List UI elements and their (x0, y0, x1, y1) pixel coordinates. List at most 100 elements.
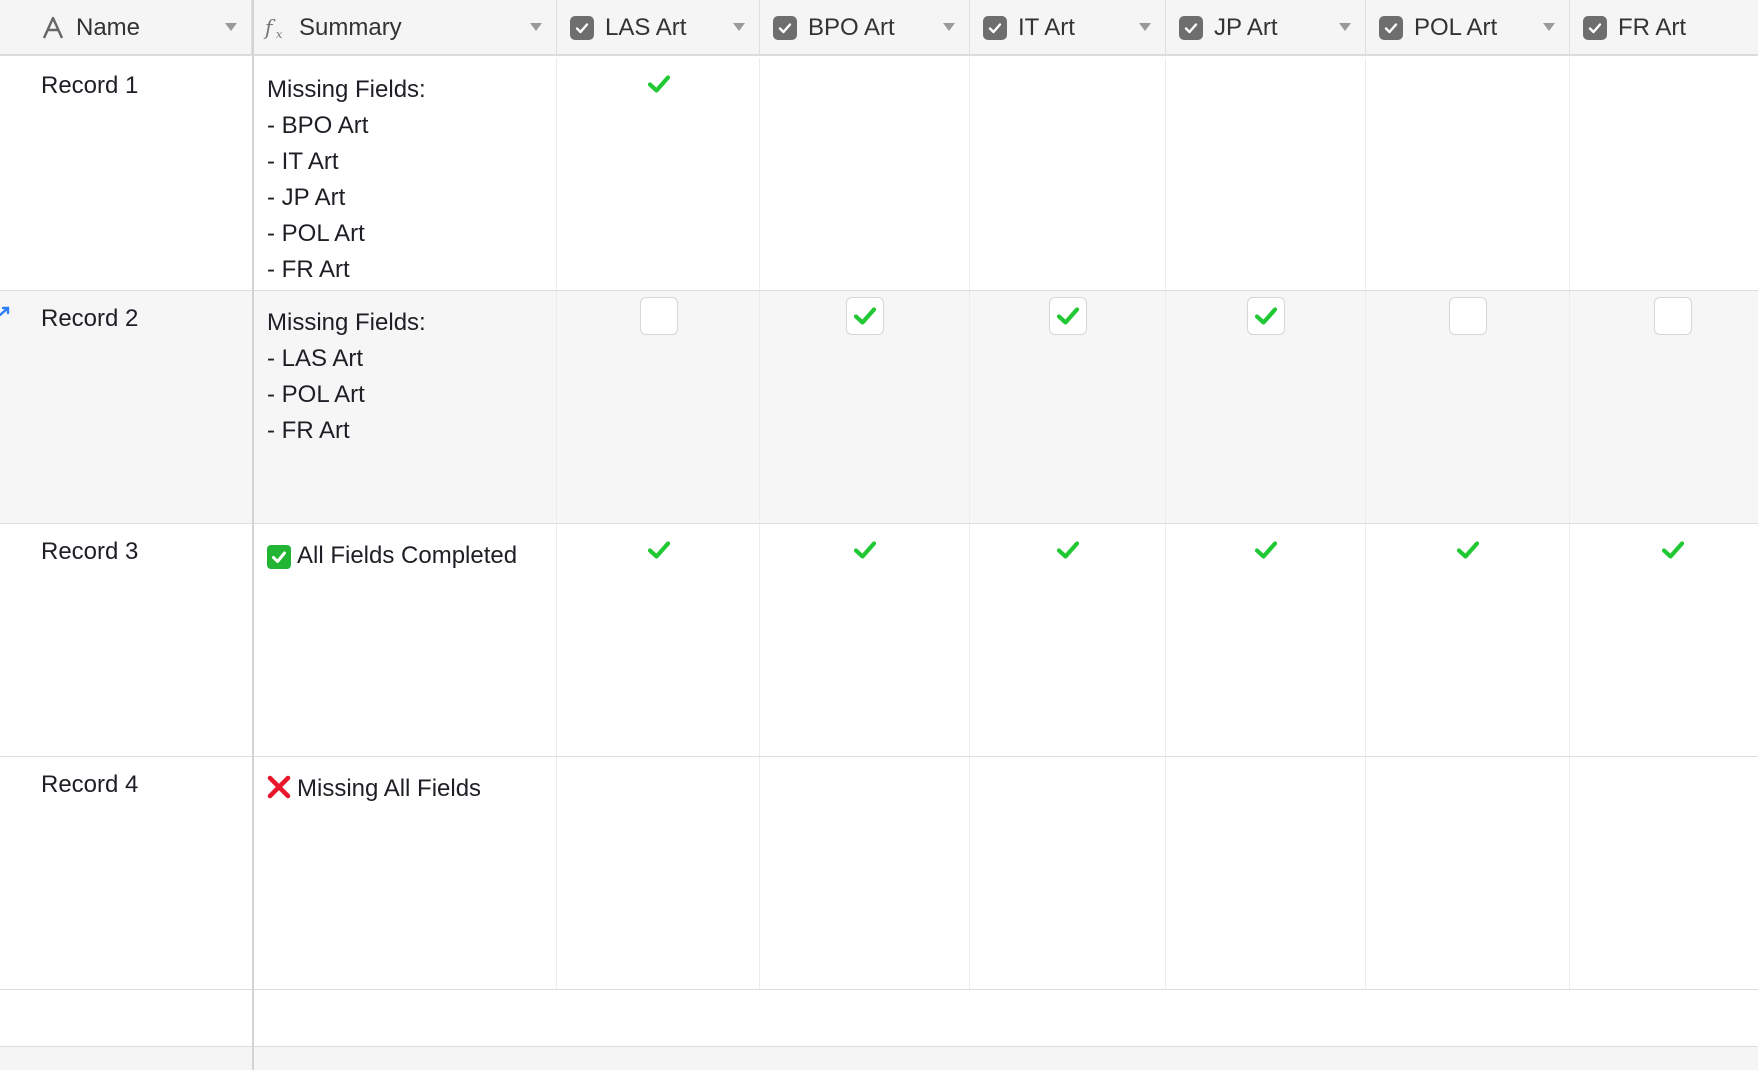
cell-jp[interactable] (1166, 524, 1366, 756)
cell-pol[interactable] (1366, 757, 1570, 989)
cell-las[interactable] (557, 524, 760, 756)
summary-text: All Fields Completed (267, 538, 517, 574)
check-icon[interactable] (1456, 540, 1480, 560)
cell-it[interactable] (970, 524, 1166, 756)
checkbox-checked[interactable] (1049, 297, 1087, 335)
check-icon[interactable] (1056, 540, 1080, 560)
column-header-label: POL Art (1414, 14, 1498, 41)
cell-pol[interactable] (1366, 58, 1570, 290)
cell-bpo[interactable] (760, 58, 970, 290)
check-icon[interactable] (1661, 540, 1685, 560)
table-row[interactable]: Record 3 All Fields Completed (0, 524, 1758, 757)
cell-fr[interactable] (1570, 524, 1758, 756)
chevron-down-icon[interactable] (1139, 23, 1151, 31)
cell-jp[interactable] (1166, 58, 1366, 290)
column-header-label: JP Art (1214, 14, 1278, 41)
cell-bpo[interactable] (760, 757, 970, 989)
cell-summary[interactable]: Missing Fields: - BPO Art - IT Art - JP Art… (253, 58, 557, 290)
checkbox-field-icon (982, 15, 1008, 41)
cell-summary[interactable]: All Fields Completed (253, 524, 557, 756)
grid-header: Name fx Summary LAS Art BPO Art IT Art J… (0, 0, 1758, 56)
cell-name[interactable]: Record 1 (0, 58, 253, 290)
cell-jp[interactable] (1166, 757, 1366, 989)
check-icon[interactable] (647, 540, 671, 560)
svg-text:f: f (263, 16, 276, 40)
table-row[interactable]: Record 2 Missing Fields: - LAS Art - POL Ar… (0, 291, 1758, 524)
cell-summary[interactable]: Missing Fields: - LAS Art - POL Art - FR Ar… (253, 291, 557, 523)
summary-line: - JP Art (267, 180, 426, 216)
cell-las[interactable] (557, 58, 760, 290)
column-header-jp[interactable]: JP Art (1166, 0, 1366, 56)
cell-it[interactable] (970, 58, 1166, 290)
grid-view: Name fx Summary LAS Art BPO Art IT Art J… (0, 0, 1758, 1070)
add-row-area[interactable] (0, 991, 1758, 1047)
summary-line: - LAS Art (267, 341, 426, 377)
column-header-bpo[interactable]: BPO Art (760, 0, 970, 56)
cell-pol[interactable] (1366, 291, 1570, 523)
summary-line: - FR Art (267, 413, 426, 449)
chevron-down-icon[interactable] (733, 23, 745, 31)
chevron-down-icon[interactable] (225, 23, 237, 31)
check-icon[interactable] (647, 74, 671, 94)
chevron-down-icon[interactable] (1339, 23, 1351, 31)
checkbox-unchecked[interactable] (1654, 297, 1692, 335)
cell-las[interactable] (557, 757, 760, 989)
cell-it[interactable] (970, 291, 1166, 523)
summary-line: Missing Fields: (267, 305, 426, 341)
cell-fr[interactable] (1570, 291, 1758, 523)
chevron-down-icon[interactable] (943, 23, 955, 31)
summary-line-text: - LAS Art (267, 345, 364, 372)
cell-bpo[interactable] (760, 291, 970, 523)
check-mark-button-icon (267, 545, 291, 569)
summary-line-text: All Fields Completed (297, 542, 518, 569)
grid-footer (0, 1047, 1758, 1070)
cross-mark-icon (267, 775, 291, 799)
column-header-summary[interactable]: fx Summary (253, 0, 557, 56)
cell-fr[interactable] (1570, 757, 1758, 989)
summary-line-text: Missing Fields: (267, 76, 426, 103)
column-header-label: BPO Art (808, 14, 895, 41)
cell-name[interactable]: Record 4 (0, 757, 253, 989)
checkbox-unchecked[interactable] (1449, 297, 1487, 335)
cell-pol[interactable] (1366, 524, 1570, 756)
column-header-name[interactable]: Name (0, 0, 252, 56)
cell-it[interactable] (970, 757, 1166, 989)
checkbox-field-icon (1378, 15, 1404, 41)
checkbox-unchecked[interactable] (640, 297, 678, 335)
summary-line: - IT Art (267, 144, 426, 180)
check-icon[interactable] (1254, 540, 1278, 560)
check-icon[interactable] (853, 540, 877, 560)
summary-line: Missing Fields: (267, 72, 426, 108)
summary-line-text: - JP Art (267, 184, 346, 211)
text-field-icon (40, 15, 66, 41)
record-name: Record 3 (41, 538, 139, 565)
checkbox-field-icon (1582, 15, 1608, 41)
summary-line-text: - FR Art (267, 417, 350, 444)
summary-line-text: - BPO Art (267, 112, 369, 139)
column-header-pol[interactable]: POL Art (1366, 0, 1570, 56)
column-header-it[interactable]: IT Art (970, 0, 1166, 56)
column-header-label: FR Art (1618, 14, 1687, 41)
cell-bpo[interactable] (760, 524, 970, 756)
table-row[interactable]: Record 1 Missing Fields: - BPO Art - IT Art… (0, 58, 1758, 291)
cell-fr[interactable] (1570, 58, 1758, 290)
summary-line: - POL Art (267, 377, 426, 413)
checkbox-checked[interactable] (1247, 297, 1285, 335)
chevron-down-icon[interactable] (1543, 23, 1555, 31)
cell-summary[interactable]: Missing All Fields (253, 757, 557, 989)
table-row[interactable]: Record 4 Missing All Fields (0, 757, 1758, 990)
checkbox-checked[interactable] (846, 297, 884, 335)
cell-name[interactable]: Record 2 (0, 291, 253, 523)
chevron-down-icon[interactable] (530, 23, 542, 31)
summary-line-text: - POL Art (267, 381, 365, 408)
record-name: Record 1 (41, 72, 139, 99)
checkbox-field-icon (569, 15, 595, 41)
cell-las[interactable] (557, 291, 760, 523)
column-header-label: Summary (299, 14, 402, 41)
record-name: Record 4 (41, 771, 139, 798)
cell-name[interactable]: Record 3 (0, 524, 253, 756)
svg-text:x: x (276, 28, 283, 41)
cell-jp[interactable] (1166, 291, 1366, 523)
column-header-las[interactable]: LAS Art (557, 0, 760, 56)
column-header-fr[interactable]: FR Art (1570, 0, 1758, 56)
